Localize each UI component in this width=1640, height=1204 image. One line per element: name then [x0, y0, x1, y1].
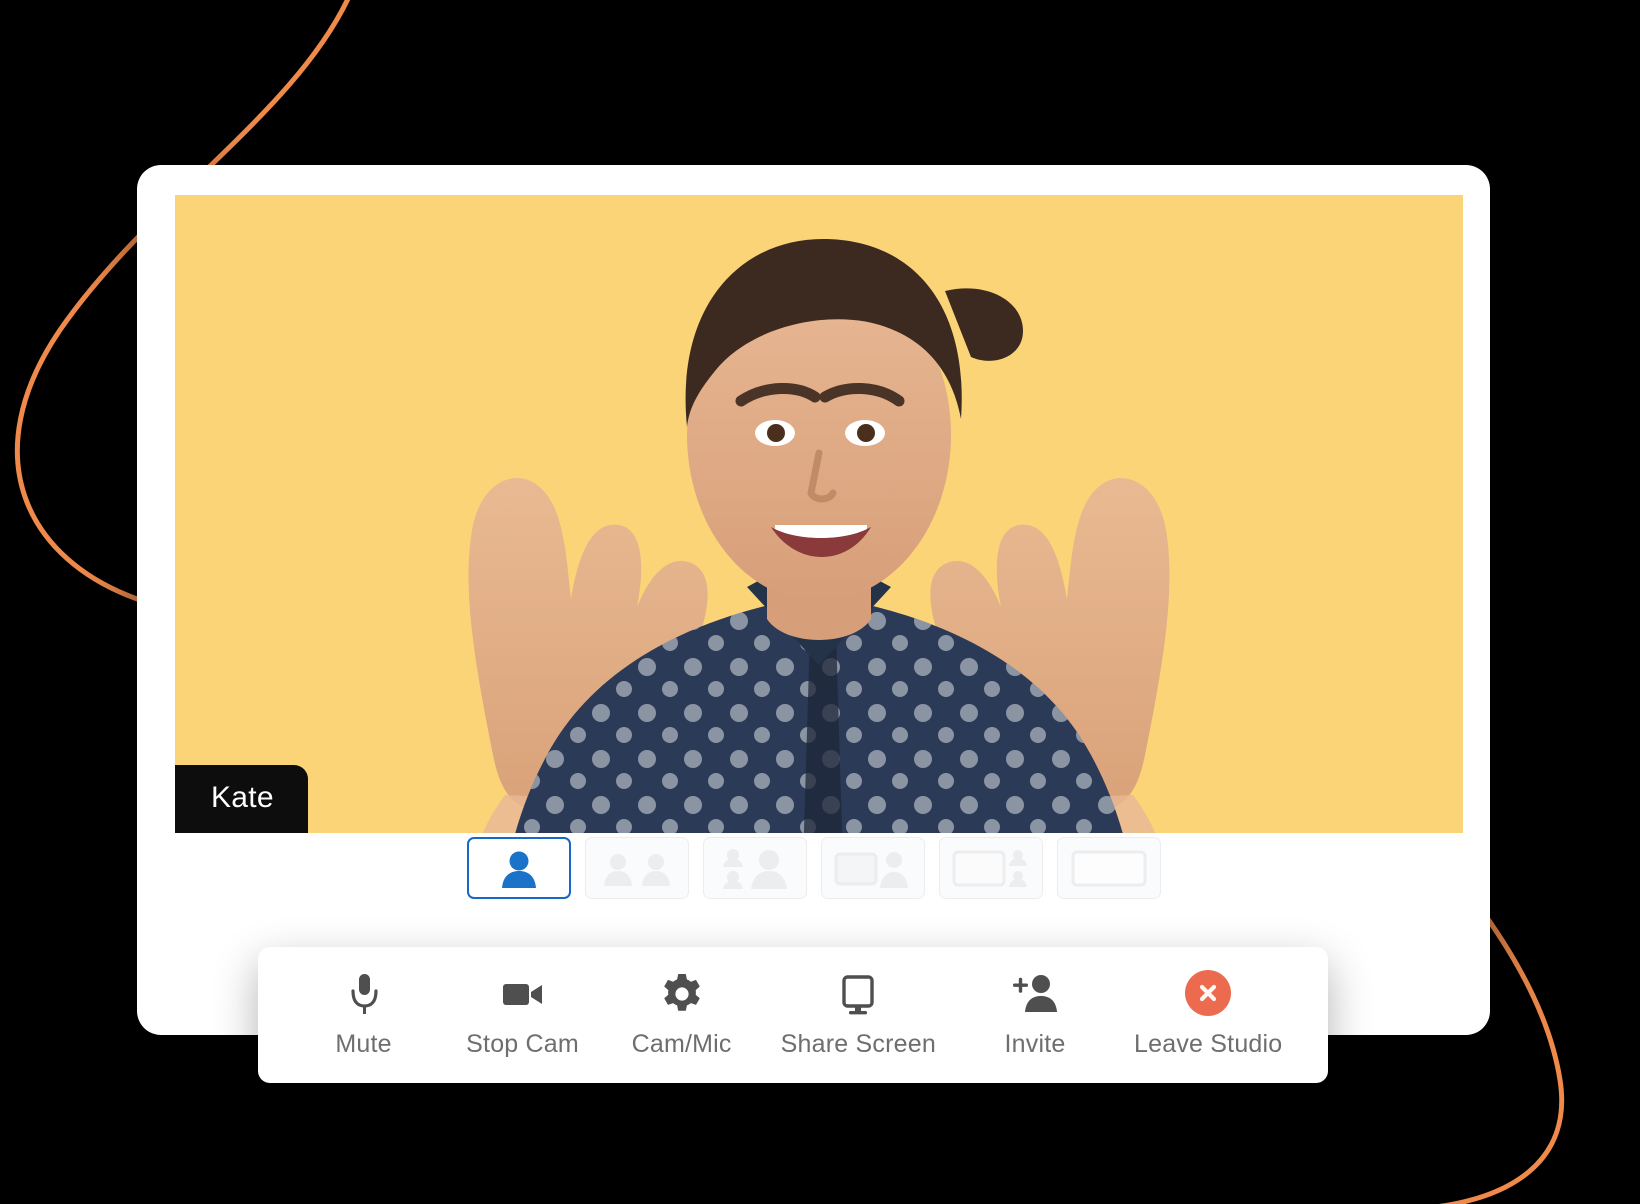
layout-option-two-up[interactable]	[584, 837, 689, 899]
toolbar-label-leave-studio: Leave Studio	[1134, 1029, 1283, 1058]
layout-option-screen-sidebar[interactable]	[938, 837, 1043, 899]
screen-and-person-icon	[834, 852, 908, 888]
layout-selector	[137, 837, 1490, 899]
toolbar-label-stop-cam: Stop Cam	[466, 1029, 579, 1058]
participant-video-frame	[175, 195, 1463, 833]
two-people-icon	[603, 854, 670, 886]
monitor-icon	[836, 972, 880, 1016]
toolbar-button-share-screen[interactable]: Share Screen	[781, 972, 936, 1059]
video-camera-icon	[500, 972, 546, 1016]
single-person-icon	[501, 851, 536, 888]
toolbar-button-mute[interactable]: Mute	[304, 972, 424, 1059]
microphone-icon	[347, 972, 381, 1016]
studio-card: Kate	[137, 165, 1490, 1035]
toolbar-label-cam-mic: Cam/Mic	[631, 1029, 732, 1058]
toolbar-button-invite[interactable]: Invite	[975, 972, 1095, 1059]
layout-option-screen-only[interactable]	[1056, 837, 1161, 899]
toolbar-label-share-screen: Share Screen	[780, 1029, 936, 1058]
toolbar-label-invite: Invite	[1004, 1029, 1066, 1058]
toolbar-button-stop-cam[interactable]: Stop Cam	[463, 972, 583, 1059]
toolbar-button-cam-mic[interactable]: Cam/Mic	[622, 972, 742, 1059]
video-stage: Kate	[175, 195, 1463, 833]
layout-option-screen-plus-person[interactable]	[820, 837, 925, 899]
toolbar-button-leave-studio[interactable]: Leave Studio	[1134, 969, 1283, 1059]
call-controls-toolbar: Mute Stop Cam Cam/Mic Share Screen Invit…	[258, 947, 1328, 1083]
studio-screen: Kate Mute Stop Cam Cam/Mic Share Screen …	[0, 0, 1640, 1204]
screen-only-icon	[1071, 850, 1146, 887]
gear-icon	[660, 972, 704, 1016]
toolbar-label-mute: Mute	[335, 1029, 392, 1058]
layout-option-three-up[interactable]	[702, 837, 807, 899]
close-circle-icon	[1185, 969, 1232, 1016]
person-add-icon	[1011, 972, 1059, 1016]
screen-with-sidebar-icon	[952, 850, 1027, 887]
leave-circle	[1185, 969, 1232, 1016]
participant-name-tag: Kate	[175, 765, 308, 833]
three-people-icon	[722, 849, 787, 889]
layout-option-speaker-single[interactable]	[466, 837, 571, 899]
